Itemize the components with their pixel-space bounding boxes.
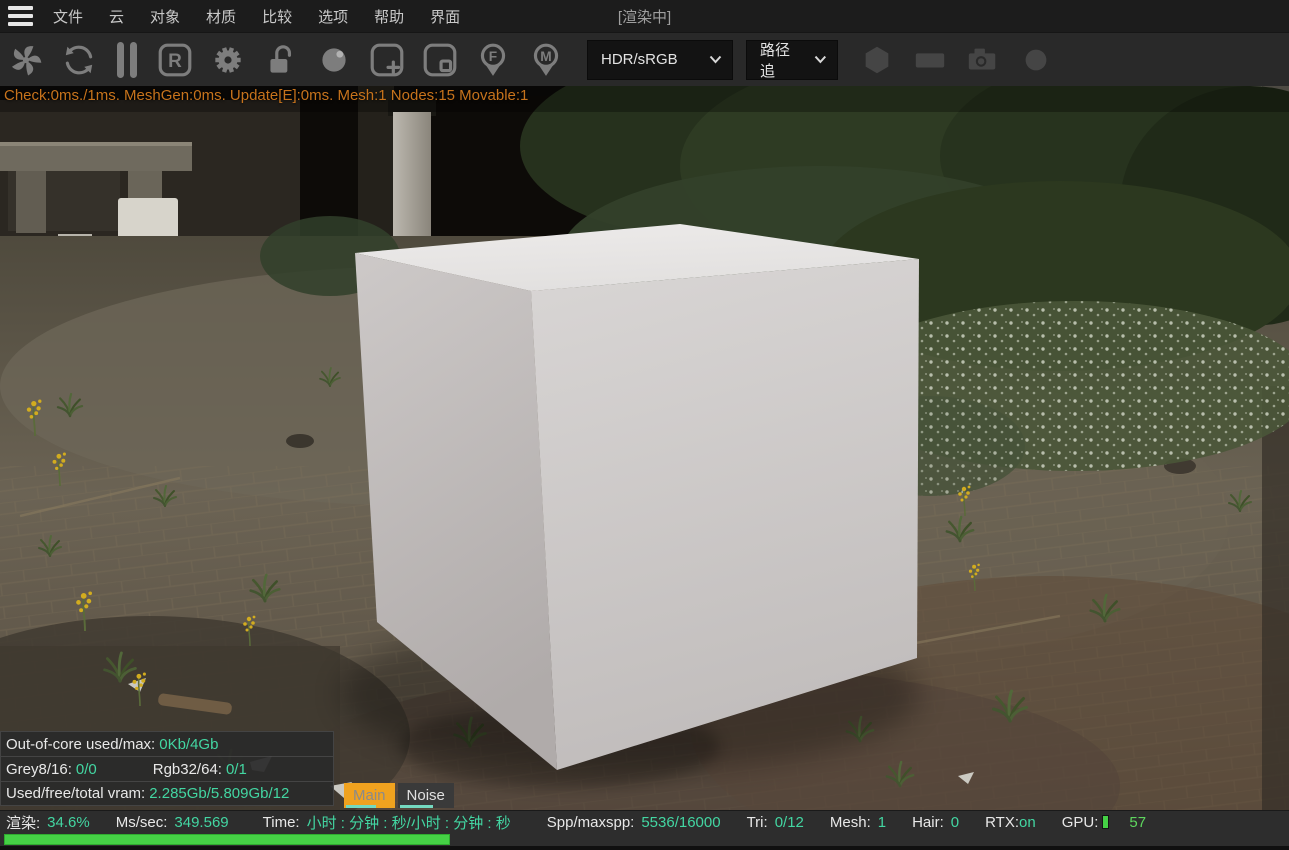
out-of-core-value: 0Kb/4Gb — [159, 736, 218, 753]
gpu-meter-icon — [1102, 815, 1109, 829]
material-ball-icon[interactable] — [314, 40, 354, 80]
unlock-icon[interactable] — [261, 40, 301, 80]
render-value: 34.6% — [47, 814, 90, 831]
material-glyph: M — [540, 49, 551, 64]
out-of-core-row: Out-of-core used/max: 0Kb/4Gb — [0, 731, 334, 756]
kernel-value: 路径追 — [760, 39, 804, 81]
vram-stats-overlay: Out-of-core used/max: 0Kb/4Gb Grey8/16: … — [0, 731, 334, 806]
mssec-group: Ms/sec: 349.569 — [116, 814, 229, 831]
spp-value: 5536/16000 — [641, 814, 720, 831]
vram-label: Used/free/total vram: — [6, 785, 145, 802]
fan-icon[interactable] — [6, 40, 46, 80]
focus-picker-icon[interactable]: F — [473, 40, 513, 80]
spp-group: Spp/maxspp: 5536/16000 — [547, 814, 721, 831]
display-mode-value: HDR/sRGB — [601, 51, 678, 68]
time-group: Time: 小时 : 分钟 : 秒/小时 : 分钟 : 秒 — [263, 812, 511, 833]
rtx-label: RTX: — [985, 814, 1019, 831]
menu-file[interactable]: 文件 — [40, 1, 96, 32]
status-bar: 渲染: 34.6% Ms/sec: 349.569 Time: 小时 : 分钟 … — [0, 810, 1289, 833]
display-mode-dropdown[interactable]: HDR/sRGB — [587, 40, 733, 80]
menu-material[interactable]: 材质 — [193, 1, 249, 32]
texture-stats-row: Grey8/16: 0/0 Rgb32/64: 0/1 — [0, 756, 334, 781]
toolbar-right-group — [857, 40, 1056, 80]
restart-glyph: R — [168, 50, 182, 71]
mesh-label: Mesh: — [830, 814, 871, 831]
hair-value: 0 — [951, 814, 959, 831]
render-viewport[interactable]: Check:0ms./1ms. MeshGen:0ms. Update[E]:0… — [0, 86, 1289, 810]
menu-interface[interactable]: 界面 — [417, 1, 473, 32]
focus-glyph: F — [489, 49, 497, 64]
mssec-label: Ms/sec: — [116, 814, 168, 831]
chevron-down-icon — [709, 55, 722, 64]
vram-value: 2.285Gb/5.809Gb/12 — [149, 785, 289, 802]
tab-main-label: Main — [353, 787, 386, 804]
time-label: Time: — [263, 814, 300, 831]
hexagon-icon[interactable] — [857, 40, 897, 80]
debug-stats-line: Check:0ms./1ms. MeshGen:0ms. Update[E]:0… — [4, 87, 528, 104]
menu-cloud[interactable]: 云 — [96, 1, 137, 32]
camera-icon[interactable] — [963, 40, 1003, 80]
toolbar: R — [0, 32, 1289, 86]
octane-render-window: 文件 云 对象 材质 比较 选项 帮助 界面 [渲染中] — [0, 0, 1289, 850]
tri-group: Tri: 0/12 — [747, 814, 804, 831]
refresh-icon[interactable] — [59, 40, 99, 80]
mssec-value: 349.569 — [174, 814, 228, 831]
film-icon[interactable] — [910, 40, 950, 80]
time-value: 小时 : 分钟 : 秒/小时 : 分钟 : 秒 — [307, 812, 511, 833]
sphere-icon[interactable] — [1016, 40, 1056, 80]
restart-render-icon[interactable]: R — [155, 40, 195, 80]
mesh-group: Mesh: 1 — [830, 814, 886, 831]
spp-label: Spp/maxspp: — [547, 814, 635, 831]
region-add-icon[interactable] — [367, 40, 407, 80]
rgb-value: 0/1 — [226, 761, 247, 778]
menu-options[interactable]: 选项 — [305, 1, 361, 32]
chevron-down-icon — [814, 55, 827, 64]
hamburger-menu-icon[interactable] — [0, 0, 40, 32]
hair-label: Hair: — [912, 814, 944, 831]
rtx-group: RTX: on — [985, 814, 1036, 831]
gpu-value: 57 — [1129, 814, 1146, 831]
mesh-value: 1 — [878, 814, 886, 831]
menu-bar: 文件 云 对象 材质 比较 选项 帮助 界面 [渲染中] — [0, 0, 1289, 32]
vram-row: Used/free/total vram: 2.285Gb/5.809Gb/12 — [0, 781, 334, 806]
render-pass-tabs: Main Noise — [344, 783, 454, 808]
pause-icon[interactable] — [112, 40, 142, 80]
material-picker-icon[interactable]: M — [526, 40, 566, 80]
grey-value: 0/0 — [76, 761, 97, 778]
gpu-group: GPU: 57 — [1062, 814, 1146, 831]
tab-underline — [346, 805, 376, 808]
menu-object[interactable]: 对象 — [137, 1, 193, 32]
tab-noise-label: Noise — [407, 787, 445, 804]
menu-help[interactable]: 帮助 — [361, 1, 417, 32]
gpu-label: GPU: — [1062, 814, 1099, 831]
environment-photo — [0, 86, 1289, 810]
render-progress-track — [0, 833, 1289, 846]
render-label: 渲染: — [6, 812, 40, 833]
rgb-label: Rgb32/64: — [153, 761, 222, 778]
tab-main[interactable]: Main — [344, 783, 395, 808]
grey-label: Grey8/16: — [6, 761, 72, 778]
settings-gear-icon[interactable] — [208, 40, 248, 80]
render-progress-bar — [4, 834, 450, 845]
tri-label: Tri: — [747, 814, 768, 831]
region-clear-icon[interactable] — [420, 40, 460, 80]
tri-value: 0/12 — [775, 814, 804, 831]
out-of-core-label: Out-of-core used/max: — [6, 736, 155, 753]
menu-compare[interactable]: 比较 — [249, 1, 305, 32]
tab-underline — [400, 805, 434, 808]
kernel-dropdown[interactable]: 路径追 — [746, 40, 838, 80]
hair-group: Hair: 0 — [912, 814, 959, 831]
bottom-strip — [0, 846, 1289, 850]
render-progress-group: 渲染: 34.6% — [6, 812, 90, 833]
tab-noise[interactable]: Noise — [398, 783, 454, 808]
rtx-value: on — [1019, 814, 1036, 831]
